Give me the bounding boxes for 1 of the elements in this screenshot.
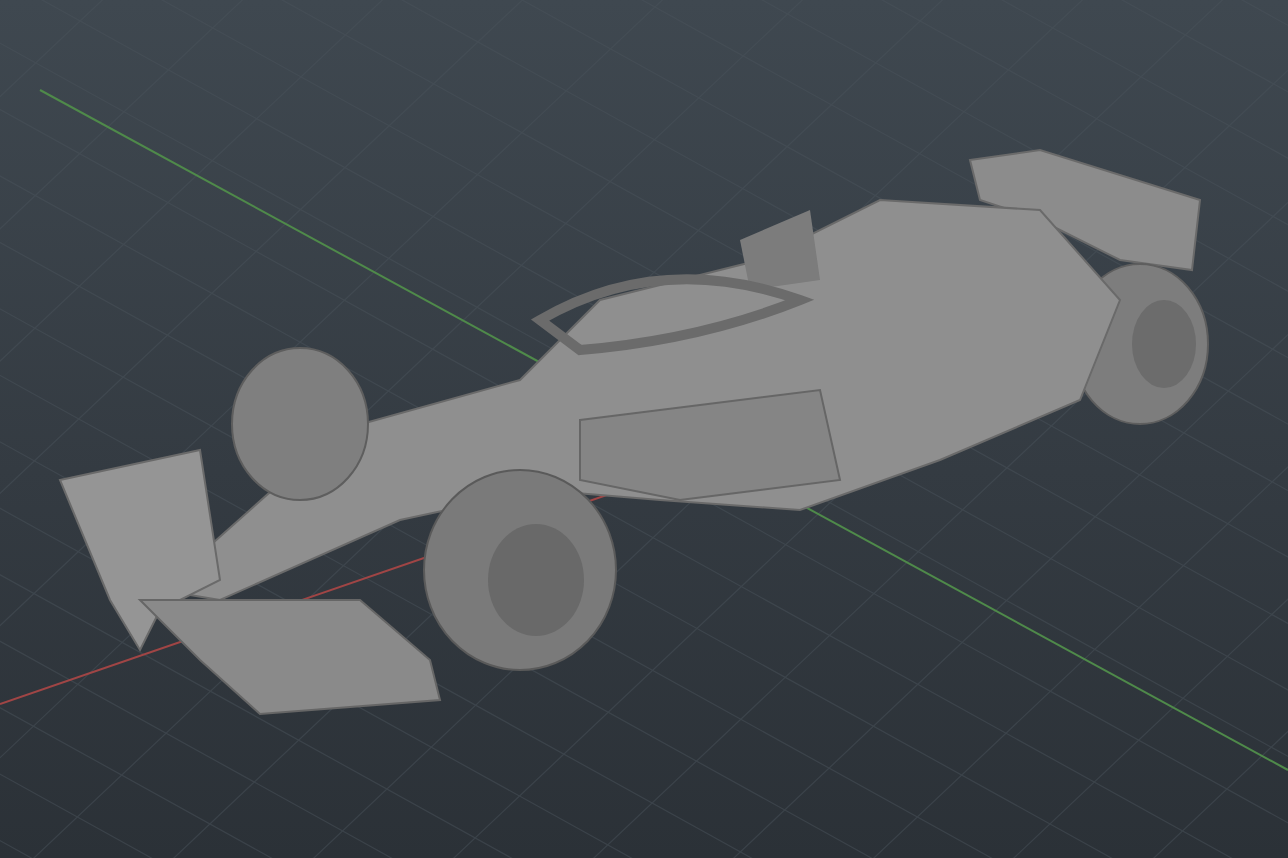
3d-viewport[interactable] — [0, 0, 1288, 858]
